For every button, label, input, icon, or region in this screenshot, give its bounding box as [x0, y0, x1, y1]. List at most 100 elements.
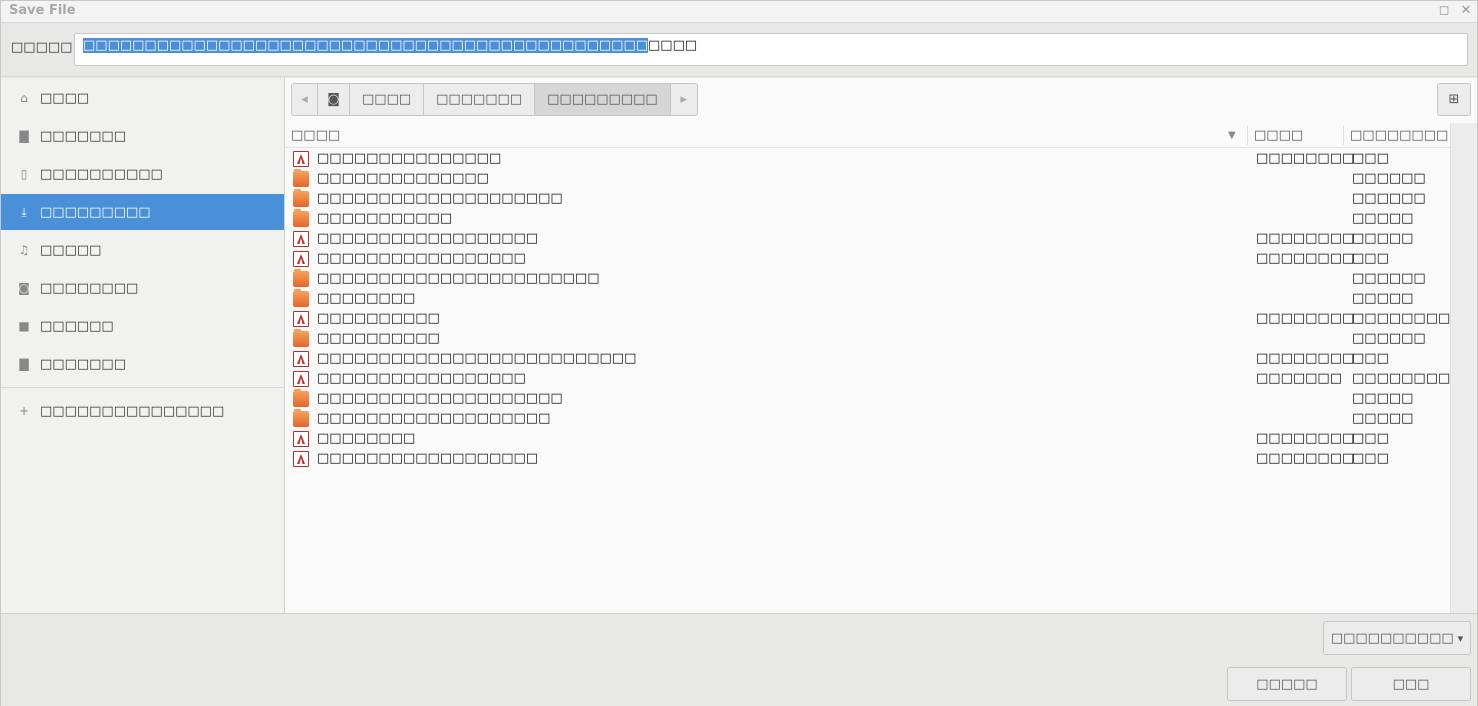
file-row[interactable]: □□□□□□□□□□□□□□□□□□ □□□□□□□□ □□□□□	[285, 229, 1450, 249]
folder-icon	[293, 269, 309, 287]
chevron-down-icon: ▾	[1457, 631, 1464, 645]
file-row[interactable]: □□□□□□□□□□□□□□□□□□□□ □□□□□	[285, 389, 1450, 409]
path-back-button[interactable]: ◂	[292, 84, 318, 115]
file-modified: □□□	[1352, 351, 1389, 366]
folder-icon	[293, 289, 309, 307]
sidebar-item-label: □□□□	[40, 90, 90, 106]
file-size: □□□□□□□□	[1256, 231, 1355, 246]
sidebar-item-label: □□□□□□□□□	[40, 204, 151, 220]
file-row[interactable]: □□□□□□□□□□□□□□□□□□□□□□□□□□□□□	[285, 269, 1450, 289]
file-modified: □□□□□	[1352, 411, 1414, 426]
file-type-filter[interactable]: □□□□□□□□□□ ▾	[1323, 621, 1471, 655]
file-name: □□□□□□□□□□□□□□□□□□□□□□□	[317, 271, 600, 286]
file-name: □□□□□□□□□□□□□□	[317, 171, 489, 186]
file-modified: □□□□□	[1352, 391, 1414, 406]
file-row[interactable]: □□□□□□□□□□□□□□□□	[285, 329, 1450, 349]
cancel-button[interactable]: □□□□□	[1227, 667, 1347, 701]
path-crumb[interactable]: □□□□	[350, 84, 425, 115]
file-name: □□□□□□□□□□□	[317, 211, 453, 226]
file-row[interactable]: □□□□□□□□□□□□□□□□□□□□□□□□□□□□	[285, 309, 1475, 329]
file-name: □□□□□□□□□□□□□□□□□□□	[317, 411, 551, 426]
close-icon[interactable]: ✕	[1457, 2, 1475, 20]
sidebar-item-music[interactable]: ♫ □□□□□	[1, 232, 284, 268]
folder-icon: ▇	[19, 357, 29, 371]
filename-unselected-text: □□□□	[648, 38, 698, 53]
file-size: □□□□□□□□	[1256, 311, 1355, 326]
sidebar-item-label: □□□□□□□	[40, 128, 126, 144]
file-modified: □□□□□	[1352, 211, 1414, 226]
sidebar-item-pictures[interactable]: ◙ □□□□□□□□	[1, 270, 284, 306]
file-row[interactable]: □□□□□□□□□□□□□□□□□□□□□□□□□□□□	[285, 249, 1450, 269]
pdf-file-icon	[293, 371, 309, 387]
file-row[interactable]: □□□□□□□□□□□□□□□□	[285, 209, 1450, 229]
filter-label: □□□□□□□□□□	[1330, 630, 1454, 646]
new-folder-icon: ⊞	[1448, 92, 1460, 107]
plus-icon: +	[18, 404, 30, 418]
document-icon: ▯	[20, 167, 28, 181]
folder-icon	[293, 209, 309, 227]
file-size: □□□□□□□□	[1256, 151, 1355, 166]
file-size: □□□□□□□□	[1256, 431, 1355, 446]
file-modified: □□□	[1352, 251, 1389, 266]
save-button[interactable]: □□□	[1351, 667, 1471, 701]
file-name: □□□□□□□□□□□□□□□□□	[317, 251, 526, 266]
file-modified: □□□□□□	[1352, 191, 1426, 206]
sidebar-item-other-locations[interactable]: + □□□□□□□□□□□□□□□	[1, 393, 284, 429]
file-modified: □□□□□	[1352, 231, 1414, 246]
sidebar-item-desktop[interactable]: ▇ □□□□□□□	[1, 118, 284, 154]
sidebar-item-label: □□□□□□□□□□	[40, 166, 163, 182]
pdf-file-icon	[293, 311, 309, 327]
folder-icon	[293, 169, 309, 187]
path-crumb-current[interactable]: □□□□□□□□□	[535, 84, 671, 115]
file-row[interactable]: □□□□□□□□□□□□□□□□□□□□□□□□□□□□□	[285, 449, 1450, 469]
sidebar-item-documents[interactable]: ▯ □□□□□□□□□□	[1, 156, 284, 192]
file-name: □□□□□□□□□□□□□□□□□□□□	[317, 191, 563, 206]
scrollbar[interactable]	[1450, 123, 1477, 613]
path-crumb[interactable]: □□□□□□□	[424, 84, 536, 115]
window-title: Save File	[9, 3, 76, 18]
sidebar-item-label: □□□□□□□□	[40, 280, 139, 296]
file-row[interactable]: □□□□□□□□□□□□□□□□□□□□□□□□□□ □□□□□□□□ □□□	[285, 349, 1450, 369]
pdf-file-icon	[293, 231, 309, 247]
sidebar-item-home[interactable]: ⌂ □□□□	[1, 80, 284, 116]
file-size: □□□□□□□□	[1256, 351, 1355, 366]
file-row[interactable]: □□□□□□□□□□□□□□□□□ □□□□□□□ □□□□□□□□□□	[285, 369, 1475, 389]
file-row[interactable]: □□□□□□□□□□□□□□□□□□□□□□□□□□	[285, 189, 1450, 209]
pdf-file-icon	[293, 251, 309, 267]
sidebar-item-downloads[interactable]: ⤓ □□□□□□□□□	[1, 194, 284, 230]
file-modified: □□□□□□	[1352, 271, 1426, 286]
new-folder-button[interactable]: ⊞	[1437, 83, 1471, 116]
sidebar-item-videos[interactable]: ■ □□□□□□	[1, 308, 284, 344]
filename-input[interactable]: □□□□□□□□□□□□□□□□□□□□□□□□□□□□□□□□□□□□□□□□…	[74, 33, 1468, 66]
file-row[interactable]: □□□□□□□□□□□□□□□□□□□ □□□□□	[285, 409, 1450, 429]
maximize-icon[interactable]: ◻	[1435, 2, 1453, 20]
sidebar-divider	[1, 387, 284, 388]
path-forward-button[interactable]: ▸	[671, 84, 697, 115]
folder-icon	[293, 329, 309, 347]
filename-label: □□□□□	[11, 40, 73, 55]
column-size[interactable]: □□□□	[1248, 123, 1343, 148]
sidebar-item-folder[interactable]: ▇ □□□□□□□	[1, 346, 284, 382]
file-row[interactable]: □□□□□□□□□□□□□□ □□□□□□	[285, 169, 1450, 189]
column-name[interactable]: □□□□	[285, 123, 1247, 148]
file-name: □□□□□□□□□□□□□□□□□□□□□□□□□□	[317, 351, 637, 366]
places-sidebar: ⌂ □□□□ ▇ □□□□□□□ ▯ □□□□□□□□□□ ⤓ □□□□□□□□…	[1, 78, 285, 613]
file-modified: □□□□□□	[1352, 171, 1426, 186]
folder-icon: ▇	[19, 129, 29, 143]
column-modified[interactable]: □□□□□□□□	[1344, 123, 1450, 148]
file-name: □□□□□□□□□□□□□□□□□□	[317, 451, 539, 466]
sidebar-item-label: □□□□□□	[40, 318, 114, 334]
pdf-file-icon	[293, 431, 309, 447]
file-row[interactable]: □□□□□□□□ □□□□□	[285, 289, 1450, 309]
file-modified: □□□□□□	[1352, 331, 1426, 346]
folder-icon	[293, 389, 309, 407]
file-row[interactable]: □□□□□□□□ □□□□□□□□ □□□	[285, 429, 1450, 449]
file-row[interactable]: □□□□□□□□□□□□□□□□□□□□□□□□□□	[285, 149, 1450, 169]
chevron-right-icon: ▸	[680, 92, 687, 107]
path-disk-button[interactable]: ◙	[318, 84, 350, 115]
disk-icon: ◙	[327, 92, 340, 107]
file-size: □□□□□□□□	[1256, 251, 1355, 266]
file-modified: □□□□□	[1352, 291, 1414, 306]
file-modified: □□□	[1352, 451, 1389, 466]
save-file-dialog: Save File ◻ ✕ □□□□□ □□□□□□□□□□□□□□□□□□□□…	[0, 0, 1478, 706]
